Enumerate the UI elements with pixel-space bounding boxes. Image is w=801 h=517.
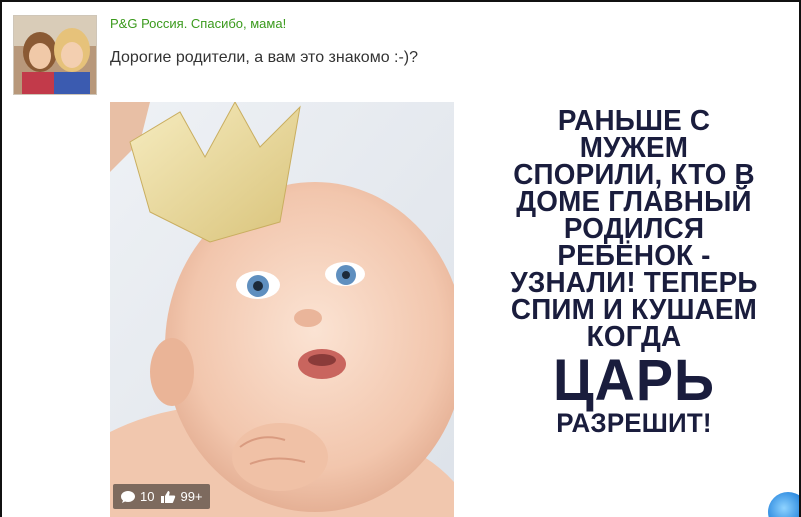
post-text: Дорогие родители, а вам это знакомо :-)? (110, 49, 419, 66)
baby-with-crown-image (110, 102, 454, 517)
author-link[interactable]: P&G Россия. Спасибо, мама! (110, 16, 286, 31)
comments-count: 10 (140, 489, 155, 504)
caption-last-line: РАЗРЕШИТ! (556, 408, 712, 438)
caption-big-word: ЦАРЬ (553, 348, 715, 413)
post-counters: 10 99+ (113, 484, 210, 509)
caption-line: РАНЬШЕ С (557, 105, 711, 137)
baby-photo: 10 99+ (110, 102, 454, 517)
author-avatar[interactable] (13, 15, 97, 95)
caption-line: УЗНАЛИ! ТЕПЕРЬ (510, 267, 758, 299)
caption-line: СПОРИЛИ, КТО В (513, 159, 755, 191)
caption-line: ДОМЕ ГЛАВНЫЙ (516, 186, 752, 218)
caption-line: МУЖЕМ (579, 132, 689, 164)
post-card: P&G Россия. Спасибо, мама! Дорогие родит… (0, 0, 801, 517)
comments-counter[interactable]: 10 (120, 489, 154, 504)
caption-line: РОДИЛСЯ (563, 213, 705, 245)
likes-counter[interactable]: 99+ (160, 489, 203, 504)
comment-bubble-icon (121, 490, 135, 503)
caption-line: СПИМ И КУШАЕМ (510, 294, 758, 326)
image-caption: РАНЬШЕ С МУЖЕМ СПОРИЛИ, КТО В ДОМЕ ГЛАВН… (454, 102, 799, 517)
caption-line: КОГДА (586, 321, 682, 353)
thumbs-up-icon (161, 490, 176, 503)
avatar-photo-icon (14, 16, 96, 94)
caption-line: РЕБЁНОК - (557, 240, 711, 272)
post-image[interactable]: 10 99+ РАНЬШЕ С МУЖЕМ СПОРИЛИ, КТО В ДОМ… (110, 102, 799, 517)
likes-count: 99+ (180, 489, 203, 504)
